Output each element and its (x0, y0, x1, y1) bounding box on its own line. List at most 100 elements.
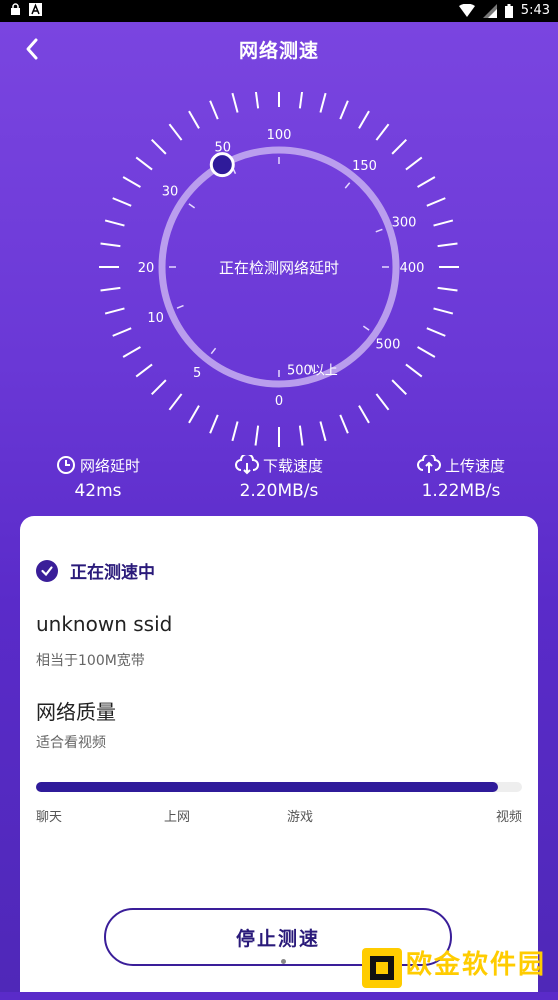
quality-bar (36, 782, 522, 792)
gauge-center-text: 正在检测网络延时 (219, 259, 339, 277)
test-status: 正在测速中 (36, 558, 155, 583)
test-status-text: 正在测速中 (70, 563, 155, 583)
gauge-inner-tick (375, 228, 383, 233)
gauge-scale-label: 500 (376, 337, 401, 352)
gauge-inner-tick (362, 325, 370, 331)
battery-icon (504, 3, 513, 18)
gauge-outer-tick (135, 156, 153, 171)
result-card: 正在测速中 unknown ssid 相当于100M宽带 网络质量 适合看视频 … (20, 516, 538, 992)
gauge-scale-label: 300 (392, 216, 417, 231)
signal-icon (482, 3, 497, 18)
gauge-outer-tick (122, 346, 141, 358)
cloud-upload-icon (417, 455, 441, 473)
gauge-outer-tick (151, 139, 167, 155)
quality-label-browse: 上网 (164, 810, 191, 825)
stat-download-value: 2.20MB/s (239, 481, 319, 501)
gauge-outer-tick (433, 307, 454, 315)
gauge-outer-tick (231, 421, 239, 442)
gauge-outer-tick (391, 139, 407, 155)
check-circle-icon (36, 559, 58, 582)
gauge-scale-label: 20 (138, 261, 155, 276)
quality-description: 适合看视频 (36, 735, 106, 751)
quality-bar-fill (36, 782, 498, 792)
gauge-outer-tick (339, 100, 349, 120)
gauge-scale-label: 500以上 (287, 364, 338, 379)
gauge-outer-tick (209, 414, 219, 434)
gauge-outer-tick (168, 123, 183, 141)
gauge-scale-label: 10 (147, 311, 164, 326)
gauge-outer-tick (231, 92, 239, 113)
quality-labels: 聊天 上网 游戏 视频 (36, 806, 522, 825)
page-title: 网络测速 (238, 40, 319, 62)
stat-latency-label: 网络延时 (79, 456, 140, 475)
gauge-outer-tick (168, 393, 183, 411)
wifi-ssid: unknown ssid (36, 612, 173, 636)
gauge-outer-tick (104, 219, 125, 227)
gauge-indicator (209, 152, 235, 178)
quality-label-video: 视频 (495, 810, 522, 825)
gauge-scale-label: 400 (400, 261, 425, 276)
quality-label-game: 游戏 (287, 810, 314, 825)
gauge-outer-tick (405, 156, 423, 171)
gauge-outer-tick (188, 405, 200, 424)
gauge-outer-tick (104, 307, 125, 315)
lock-icon (11, 3, 20, 15)
gauge-outer-tick (122, 176, 141, 188)
gauge-outer-tick (375, 123, 390, 141)
gauge-outer-tick (100, 286, 121, 292)
watermark-text: 欧金软件园 (406, 950, 547, 980)
gauge-scale-label: 30 (162, 185, 179, 200)
gauge-outer-tick (254, 425, 260, 446)
quality-label-chat: 聊天 (36, 810, 63, 825)
home-indicator (281, 959, 286, 964)
gauge-outer-tick (151, 379, 167, 395)
gauge-inner-tick (188, 203, 196, 209)
gauge-outer-tick (319, 421, 327, 442)
stats-row: 网络延时 42ms 下载速度 2.20MB/s 上传速度 1.22MB/s (0, 454, 558, 514)
gauge-outer-tick (209, 100, 219, 120)
gauge-outer-tick (433, 219, 454, 227)
clock-icon (56, 456, 75, 474)
watermark-logo-icon (362, 948, 402, 988)
gauge-outer-tick (426, 197, 446, 207)
gauge-inner-tick (210, 347, 217, 355)
gauge-outer-tick (405, 363, 423, 378)
gauge-scale-label: 100 (267, 128, 292, 143)
gauge-outer-tick (375, 393, 390, 411)
gauge-outer-tick (358, 110, 370, 129)
gauge-outer-tick (358, 405, 370, 424)
gauge-outer-tick (298, 92, 304, 109)
stat-upload-value: 1.22MB/s (421, 481, 501, 501)
gauge-scale-label: 0 (275, 394, 283, 409)
stat-latency: 网络延时 42ms (18, 454, 178, 501)
stat-download: 下载速度 2.20MB/s (199, 454, 359, 501)
watermark-url: www.apoujin.com (408, 980, 533, 990)
stat-download-label: 下载速度 (262, 456, 323, 475)
watermark: 欧金软件园 www.apoujin.com (360, 938, 554, 1000)
gauge-outer-tick (188, 110, 200, 129)
cloud-download-icon (235, 455, 259, 475)
gauge-outer-tick (135, 363, 153, 378)
gauge-outer-tick (417, 346, 436, 358)
app-a-icon (29, 3, 42, 16)
gauge-outer-tick (319, 92, 327, 113)
gauge-outer-tick (100, 242, 121, 248)
speed-test-screen: 网络测速 0 5 10 20 30 50 100 150 300 400 500 500以上 正在检测… (0, 22, 558, 992)
gauge-inner-tick (344, 182, 351, 189)
gauge-inner-tick (176, 304, 184, 309)
gauge-outer-tick (437, 242, 458, 248)
stat-upload-label: 上传速度 (444, 456, 505, 475)
gauge-scale-label: 5 (193, 366, 201, 381)
speed-gauge: 0510203050100150300400500500以上 正在检测网络延时 (99, 92, 459, 447)
gauge-outer-tick (417, 176, 436, 188)
quality-title: 网络质量 (36, 700, 116, 724)
gauge-outer-tick (437, 286, 458, 292)
gauge-scale-label: 150 (352, 159, 377, 174)
status-time: 5:43 (520, 3, 550, 18)
gauge-outer-tick (339, 414, 349, 434)
gauge-outer-tick (298, 425, 304, 446)
bandwidth-equivalent: 相当于100M宽带 (36, 653, 145, 669)
status-bar: 5:43 (0, 0, 558, 22)
gauge-outer-tick (112, 197, 132, 207)
wifi-icon (458, 4, 475, 17)
